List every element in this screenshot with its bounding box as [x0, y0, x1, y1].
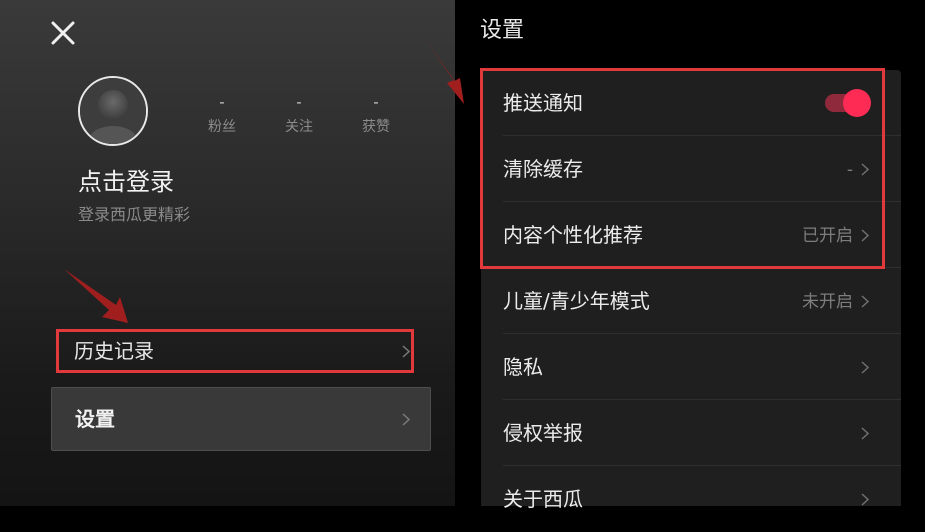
settings-item-label: 侵权举报 — [503, 421, 583, 445]
chevron-right-icon — [861, 361, 869, 374]
stat-value: - — [219, 93, 225, 111]
stat-label: 粉丝 — [208, 119, 236, 135]
settings-item-label: 关于西瓜 — [503, 487, 583, 511]
settings-item-privacy[interactable]: 隐私 — [481, 334, 901, 400]
login-title[interactable]: 点击登录 — [78, 166, 174, 198]
stat-following[interactable]: - 关注 — [269, 92, 329, 136]
stat-label: 关注 — [285, 119, 313, 135]
stat-likes[interactable]: - 获赞 — [346, 92, 406, 136]
stat-fans[interactable]: - 粉丝 — [192, 92, 252, 136]
chevron-right-icon — [402, 413, 410, 426]
settings-item-report[interactable]: 侵权举报 — [481, 400, 901, 466]
chevron-right-icon — [861, 295, 869, 308]
stat-value: - — [296, 93, 302, 111]
stat-value: - — [373, 93, 379, 111]
annotation-arrow-icon — [64, 269, 128, 323]
close-icon[interactable] — [50, 20, 76, 46]
login-subtitle: 登录西瓜更精彩 — [78, 205, 191, 224]
chevron-right-icon — [861, 427, 869, 440]
history-highlight-box — [56, 329, 414, 373]
settings-highlight-box — [480, 68, 885, 269]
settings-item-teen-mode[interactable]: 儿童/青少年模式 未开启 — [481, 268, 901, 334]
chevron-right-icon — [861, 493, 869, 506]
settings-item-value: 未开启 — [802, 292, 853, 312]
page-title: 设置 — [480, 18, 525, 43]
settings-menu-item[interactable]: 设置 — [51, 387, 431, 451]
avatar[interactable] — [78, 76, 148, 146]
settings-item-label: 儿童/青少年模式 — [503, 289, 650, 313]
stat-label: 获赞 — [362, 119, 390, 135]
profile-drawer: - 粉丝 - 关注 - 获赞 点击登录 登录西瓜更精彩 历史记录 设置 — [0, 0, 455, 506]
annotation-arrow-icon — [423, 36, 464, 104]
settings-item-label: 隐私 — [503, 355, 543, 379]
settings-label: 设置 — [75, 407, 115, 431]
avatar-placeholder-icon — [80, 78, 146, 144]
settings-item-about[interactable]: 关于西瓜 — [481, 466, 901, 532]
